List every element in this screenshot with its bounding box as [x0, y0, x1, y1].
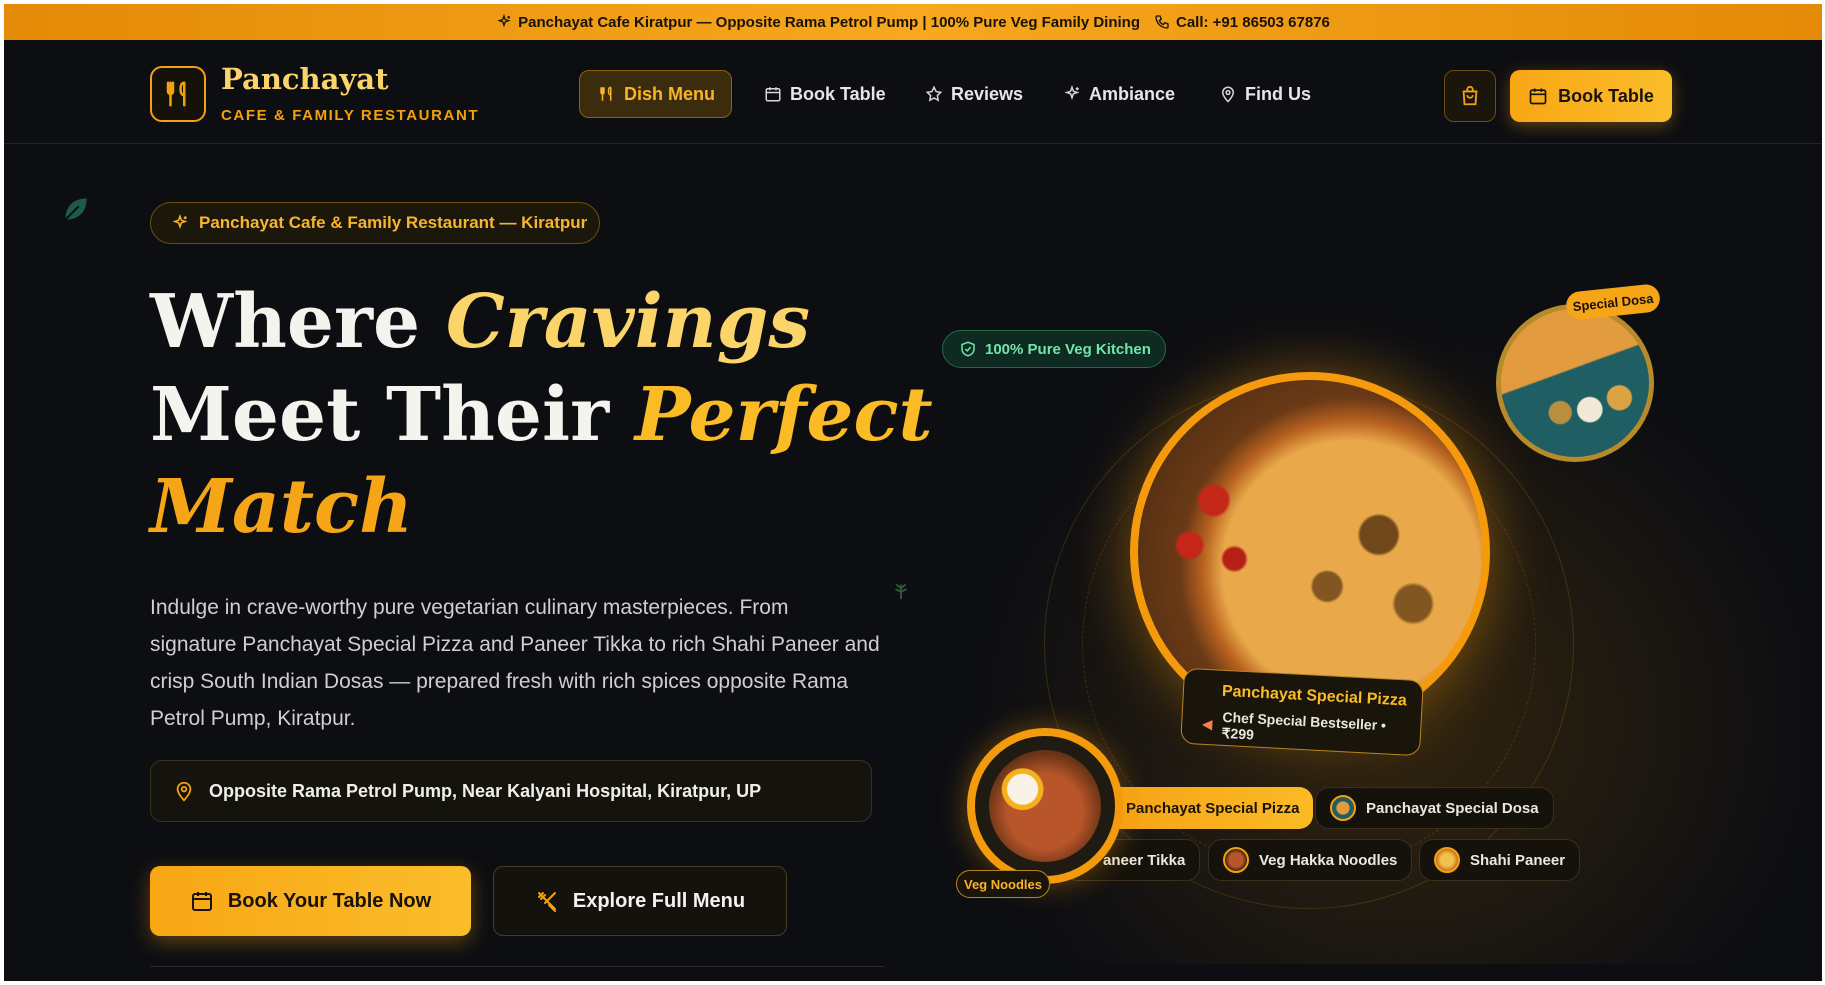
- dish-thumbnail: [1223, 847, 1249, 873]
- nav-find-us[interactable]: Find Us: [1219, 70, 1311, 118]
- noodles-bowl: [989, 750, 1101, 862]
- announcement-text: Panchayat Cafe Kiratpur — Opposite Rama …: [518, 13, 1140, 31]
- calendar-icon: [191, 892, 212, 911]
- headline-accent: Cravings: [445, 279, 810, 365]
- cta-primary-label: Book Your Table Now: [227, 889, 432, 912]
- nav-ambiance[interactable]: Ambiance: [1063, 70, 1175, 118]
- shopping-bag-icon: [1462, 85, 1478, 106]
- chip-label: Panchayat Special Pizza: [1126, 799, 1300, 817]
- featured-dish-price: Chef Special Bestseller • ₹299: [1221, 708, 1387, 743]
- sparkles-icon: [1064, 85, 1080, 101]
- call-link[interactable]: Call: +91 86503 67876: [1176, 14, 1330, 31]
- chip-label: Panchayat Special Dosa: [1366, 799, 1539, 817]
- pure-veg-badge: 100% Pure Veg Kitchen: [942, 330, 1166, 368]
- headline-line-1: Where Cravings: [150, 279, 810, 365]
- utensils-icon: [600, 86, 612, 101]
- cta-secondary-label: Explore Full Menu: [572, 889, 746, 912]
- shield-check-icon: [961, 341, 975, 357]
- book-table-label: Book Table: [1558, 85, 1654, 106]
- veg-noodles-image[interactable]: [967, 728, 1123, 884]
- star-icon: [925, 85, 943, 102]
- nav-label: Ambiance: [1089, 83, 1176, 104]
- chip-panchayat-special-pizza[interactable]: Panchayat Special Pizza: [1096, 787, 1314, 829]
- sparkles-icon: [497, 14, 511, 28]
- nav-book-table[interactable]: Book Table: [764, 70, 886, 118]
- nav-reviews[interactable]: Reviews: [925, 70, 1023, 118]
- headline-plain: Meet Their: [150, 372, 635, 458]
- chip-label: aneer Tikka: [1103, 851, 1186, 869]
- brand-subtitle: CAFE & FAMILY RESTAURANT: [221, 107, 480, 124]
- hero-description: Indulge in crave-worthy pure vegetarian …: [150, 596, 880, 730]
- cart-button[interactable]: [1444, 70, 1496, 122]
- calendar-icon: [1529, 88, 1547, 105]
- phone-icon: [1155, 15, 1169, 29]
- nav-label: Reviews: [951, 83, 1024, 104]
- utensils-crossed-icon: [537, 892, 556, 912]
- veg-noodles-tag: Veg Noodles: [956, 870, 1050, 898]
- map-pin-icon: [1221, 86, 1235, 103]
- headline-line-3: Match: [150, 464, 413, 550]
- book-table-button[interactable]: Book Table: [1510, 70, 1672, 122]
- special-dosa-image[interactable]: [1496, 304, 1654, 462]
- map-pin-icon: [176, 781, 192, 802]
- hero-tag-text: Panchayat Cafe & Family Restaurant — Kir…: [199, 213, 588, 232]
- dish-thumbnail: [1434, 847, 1460, 873]
- address-card[interactable]: Opposite Rama Petrol Pump, Near Kalyani …: [150, 760, 872, 822]
- chip-label: Veg Hakka Noodles: [1259, 851, 1398, 869]
- nav-label: Dish Menu: [624, 83, 716, 104]
- leaf-icon: [64, 198, 87, 221]
- chip-shahi-paneer[interactable]: Shahi Paneer: [1419, 839, 1581, 881]
- hero-tag-pill: Panchayat Cafe & Family Restaurant — Kir…: [150, 202, 600, 244]
- nav-dish-menu[interactable]: Dish Menu: [579, 70, 732, 118]
- veg-badge-text: 100% Pure Veg Kitchen: [985, 340, 1151, 358]
- headline-accent: Match: [150, 464, 413, 550]
- page: Panchayat Cafe Kiratpur — Opposite Rama …: [4, 4, 1822, 981]
- featured-dish-subtitle: Chef Special Bestseller • ₹299: [1199, 708, 1420, 752]
- book-your-table-button[interactable]: Book Your Table Now: [150, 866, 471, 936]
- dish-thumbnail: [1330, 795, 1356, 821]
- utensils-icon: [166, 81, 186, 107]
- pizza-slice-icon: [1201, 719, 1213, 731]
- chip-label: Shahi Paneer: [1470, 851, 1566, 869]
- address-text: Opposite Rama Petrol Pump, Near Kalyani …: [209, 780, 762, 801]
- sparkles-icon: [172, 214, 188, 230]
- brand-name[interactable]: Panchayat: [221, 62, 388, 96]
- headline-plain: Where: [150, 279, 446, 365]
- headline-accent: Perfect: [634, 372, 933, 458]
- logo[interactable]: [150, 66, 206, 122]
- nav-label: Book Table: [790, 83, 886, 104]
- explore-menu-button[interactable]: Explore Full Menu: [493, 866, 787, 936]
- headline-line-2: Meet Their Perfect: [150, 372, 933, 458]
- chip-panchayat-special-dosa[interactable]: Panchayat Special Dosa: [1315, 787, 1554, 829]
- divider: [150, 966, 884, 967]
- announcement-bar: Panchayat Cafe Kiratpur — Opposite Rama …: [4, 4, 1822, 40]
- chip-veg-hakka-noodles[interactable]: Veg Hakka Noodles: [1208, 839, 1413, 881]
- nav-label: Find Us: [1245, 83, 1311, 104]
- calendar-icon: [765, 87, 781, 102]
- main-nav: Panchayat CAFE & FAMILY RESTAURANT Dish …: [4, 40, 1822, 144]
- featured-dish-card[interactable]: Panchayat Special Pizza Chef Special Bes…: [1180, 667, 1424, 757]
- featured-dish-title: Panchayat Special Pizza: [1221, 682, 1408, 710]
